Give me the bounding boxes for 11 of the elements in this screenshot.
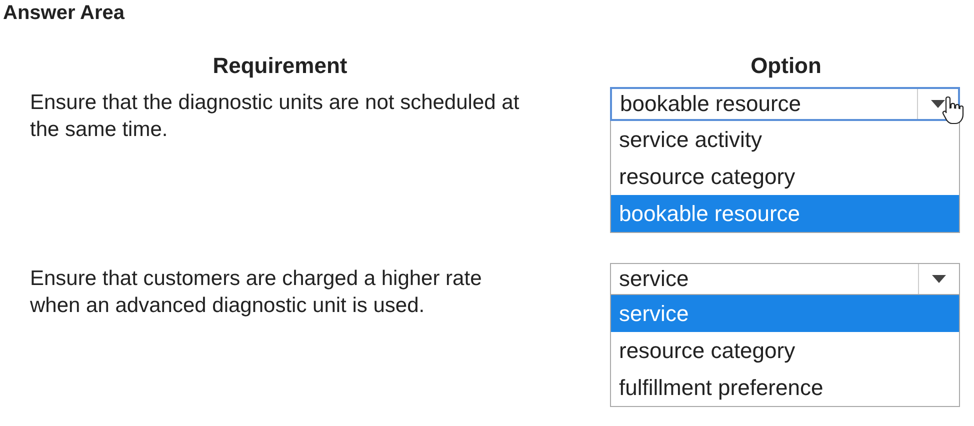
- requirement-text: Ensure that customers are charged a higher rate when an advanced diagnostic unit is used.: [30, 266, 483, 319]
- dropdown-option[interactable]: service activity: [611, 121, 959, 158]
- section-title: Answer Area: [3, 2, 126, 25]
- dropdown-option[interactable]: service: [611, 295, 959, 332]
- dropdown-option[interactable]: resource category: [611, 158, 959, 195]
- requirement-text: Ensure that the diagnostic units are not scheduled at the same time.: [30, 90, 520, 143]
- column-header: Requirement: [212, 53, 348, 79]
- dropdown-option[interactable]: resource category: [611, 332, 959, 369]
- column-header: Option: [750, 53, 822, 79]
- dropdown-option[interactable]: bookable resource: [611, 195, 959, 232]
- dropdown-option[interactable]: fulfillment preference: [611, 369, 959, 406]
